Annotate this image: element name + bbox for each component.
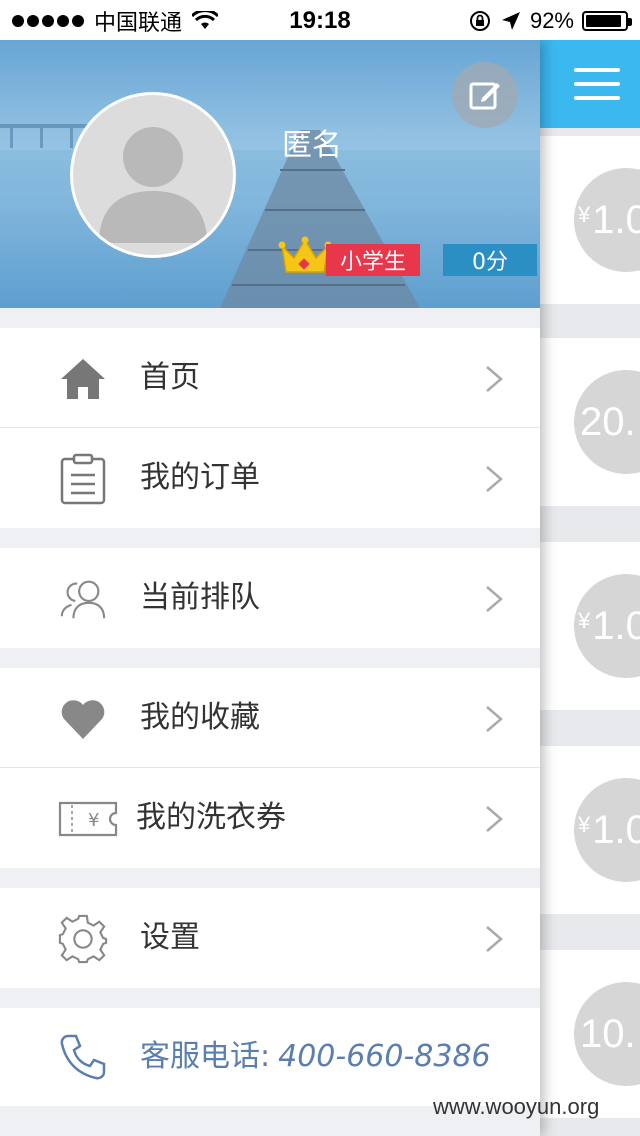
coupon-amount: 20. [580,399,636,444]
menu-label-queue: 当前排队 [140,580,260,615]
level-badge: 小学生 [326,244,420,276]
edit-profile-button[interactable] [452,62,518,128]
menu-label-favorites: 我的收藏 [140,700,260,735]
menu-group-settings: 设置 [0,888,540,988]
coupon-amount-circle: 20. [574,370,640,474]
menu-label-coupons: 我的洗衣券 [136,800,286,835]
chevron-right-icon [486,806,503,832]
coupon-card[interactable]: 10. [540,950,640,1118]
coupon-amount: 1.0 [592,197,640,242]
rotation-lock-icon [469,11,490,31]
service-label: 客服电话: [140,1039,271,1074]
customer-service-phone[interactable]: 客服电话: 400-660-8386 [0,1008,540,1106]
coupon-card[interactable]: ¥1.0 [540,136,640,304]
coupon-amount: 1.0 [592,807,640,852]
battery-percent: 92% [529,8,574,33]
hamburger-menu-icon[interactable] [574,68,620,100]
phone-icon [58,1032,108,1082]
watermark: www.wooyun.org [433,1094,600,1119]
coupon-card[interactable]: ¥1.0 [540,746,640,914]
location-arrow-icon [501,12,520,30]
menu-label-settings: 设置 [140,920,200,955]
menu-label-orders: 我的订单 [140,460,260,495]
coupon-amount-circle: ¥1.0 [574,168,640,272]
clipboard-icon [58,453,108,505]
chevron-right-icon [486,706,503,732]
coupon-amount-circle: ¥1.0 [574,778,640,882]
menu-item-home[interactable]: 首页 [0,328,540,428]
coupon-amount-circle: 10. [574,982,640,1086]
main-header [540,40,640,128]
yen-symbol: ¥ [578,202,591,227]
home-icon [58,354,108,404]
menu-item-orders[interactable]: 我的订单 [0,428,540,528]
status-bar: 中国联通 19:18 92% [0,0,640,40]
people-icon [58,574,108,624]
profile-header: 匿名 小学生 0分 [0,40,540,308]
coupon-amount: 1.0 [592,603,640,648]
menu-group-main: 首页 我的订单 [0,328,540,528]
chevron-right-icon [486,466,503,492]
menu-item-queue[interactable]: 当前排队 [0,548,540,648]
service-phone-text: 客服电话: 400-660-8386 [140,1008,491,1106]
menu-label-home: 首页 [140,360,200,395]
side-drawer: 匿名 小学生 0分 首页 我的订单 当前排队 我的收藏 ¥ 我的洗衣券 设置 客… [0,40,540,1136]
menu-group-service: 客服电话: 400-660-8386 [0,1008,540,1106]
chevron-right-icon [486,586,503,612]
avatar[interactable] [70,92,236,258]
svg-text:¥: ¥ [88,810,99,831]
menu-item-coupons[interactable]: ¥ 我的洗衣券 [0,768,540,868]
yen-symbol: ¥ [578,608,591,633]
menu-group-personal: 我的收藏 ¥ 我的洗衣券 [0,668,540,868]
gear-icon [58,914,108,964]
menu-item-favorites[interactable]: 我的收藏 [0,668,540,768]
heart-icon [58,694,108,744]
coupon-card[interactable]: ¥1.0 [540,542,640,710]
score-badge: 0分 [443,244,537,276]
main-content-peek[interactable]: ¥1.0 20. ¥1.0 ¥1.0 10. [540,40,640,1136]
coupon-amount-circle: ¥1.0 [574,574,640,678]
edit-icon [469,82,500,110]
crown-icon [278,236,332,273]
username: 匿名 [282,128,342,163]
coupon-amount: 10. [580,1011,636,1056]
chevron-right-icon [486,366,503,392]
status-right: 92% [468,7,632,35]
ticket-icon: ¥ [58,794,118,844]
default-user-icon [99,127,207,243]
menu-group-queue: 当前排队 [0,548,540,648]
battery-icon [582,11,632,31]
yen-symbol: ¥ [578,812,591,837]
menu-item-settings[interactable]: 设置 [0,888,540,988]
coupon-card[interactable]: 20. [540,338,640,506]
service-phone-number[interactable]: 400-660-8386 [278,1039,491,1074]
chevron-right-icon [486,926,503,952]
